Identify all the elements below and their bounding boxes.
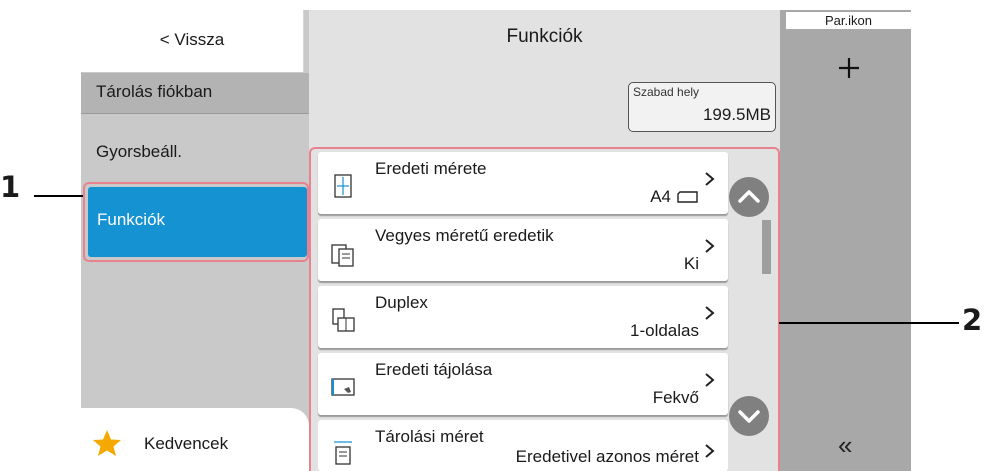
function-item-mixed-size[interactable]: Vegyes méretű eredetik Ki — [318, 219, 728, 281]
back-button-label: < Vissza — [159, 30, 225, 49]
function-name: Eredeti mérete — [375, 159, 487, 178]
chevron-right-icon — [705, 239, 715, 253]
chevron-right-icon — [705, 444, 715, 458]
favorites-button[interactable]: Kedvencek — [81, 408, 309, 471]
quick-setup-tab[interactable]: Gyorsbeáll. — [96, 142, 182, 162]
chevron-right-icon — [705, 172, 715, 186]
function-item-original-size[interactable]: Eredeti mérete A4 — [318, 152, 728, 214]
callout-number-1: 1 — [0, 170, 21, 204]
scroll-up-button[interactable] — [729, 177, 769, 217]
scroll-down-button[interactable] — [729, 396, 769, 436]
duplex-icon — [332, 308, 355, 332]
chevron-up-icon — [738, 190, 760, 203]
favorites-label: Kedvencek — [144, 434, 229, 453]
function-name: Duplex — [375, 293, 428, 312]
program-icon-button[interactable]: Par.ikon — [786, 12, 911, 29]
function-item-duplex[interactable]: Duplex 1-oldalas — [318, 286, 728, 348]
function-item-storage-size[interactable]: Tárolási méret Eredetivel azonos méret — [318, 420, 728, 471]
free-space-label: Szabad hely — [633, 85, 700, 99]
function-value: Fekvő — [652, 388, 699, 407]
callout-line-1 — [34, 195, 83, 197]
storage-in-box-row: Tárolás fiókban — [81, 73, 309, 114]
chevron-right-icon — [705, 373, 715, 387]
back-button[interactable]: < Vissza — [81, 10, 304, 72]
functions-tab-label: Funkciók — [97, 210, 166, 229]
callout-line-2 — [779, 322, 959, 324]
function-value: Ki — [683, 254, 699, 273]
add-icon[interactable] — [825, 48, 873, 88]
original-size-icon — [334, 174, 352, 198]
orientation-icon — [331, 378, 355, 396]
callout-number-2: 2 — [962, 303, 983, 337]
paper-landscape-icon — [677, 191, 698, 203]
page-title: Funkciók — [506, 26, 583, 47]
scrollbar-thumb[interactable] — [762, 220, 771, 274]
functions-tab[interactable]: Funkciók — [88, 187, 307, 257]
storage-size-icon — [334, 441, 352, 465]
function-value: A4 — [650, 187, 671, 206]
function-name: Tárolási méret — [375, 427, 484, 446]
chevron-down-icon — [738, 410, 760, 423]
free-space-box: Szabad hely 199.5MB — [628, 82, 776, 132]
free-space-value: 199.5MB — [702, 105, 771, 124]
function-name: Eredeti tájolása — [375, 360, 493, 379]
function-name: Vegyes méretű eredetik — [375, 226, 554, 245]
function-value: Eredetivel azonos méret — [515, 447, 699, 466]
storage-in-box-label: Tárolás fiókban — [96, 82, 213, 101]
chevron-right-icon — [705, 306, 715, 320]
star-icon — [93, 430, 121, 456]
function-item-orientation[interactable]: Eredeti tájolása Fekvő — [318, 353, 728, 415]
mixed-size-icon — [331, 244, 354, 267]
function-value: 1-oldalas — [630, 321, 699, 340]
program-icon-label: Par.ikon — [825, 13, 872, 28]
collapse-icon[interactable]: « — [838, 430, 852, 461]
